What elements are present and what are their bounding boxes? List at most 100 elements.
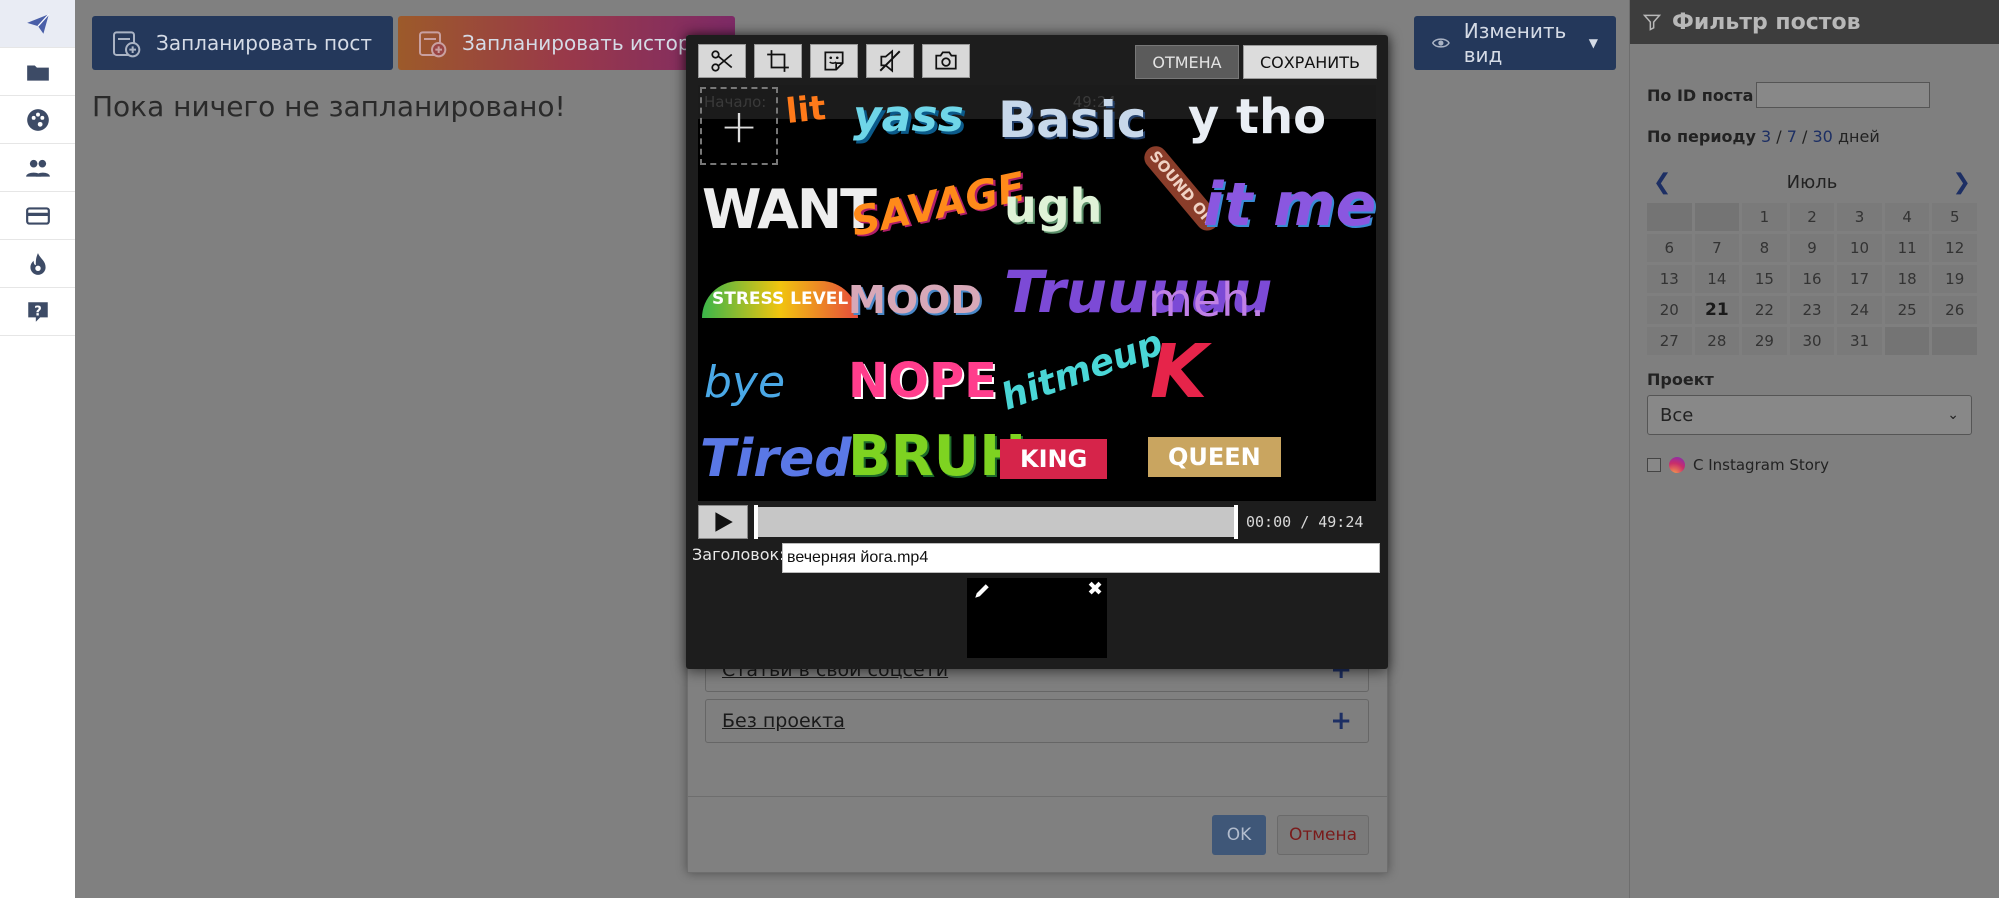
calendar-day[interactable]: 21	[1694, 296, 1740, 324]
editor-cancel-button[interactable]: ОТМЕНА	[1135, 45, 1239, 79]
sidebar-item-help[interactable]: ?	[0, 288, 75, 336]
cancel-button[interactable]: Отмена	[1277, 815, 1369, 855]
fire-icon	[29, 252, 46, 275]
snapshot-tool-button[interactable]	[922, 44, 970, 78]
sticker[interactable]: KING	[1000, 439, 1108, 479]
video-thumbnail[interactable]: ✖	[967, 578, 1107, 658]
next-month-icon[interactable]: ❯	[1947, 170, 1977, 195]
add-sticker-button[interactable]: +	[700, 87, 778, 165]
sticker[interactable]: bye	[704, 361, 785, 405]
mute-tool-button[interactable]	[866, 44, 914, 78]
sticker-preview-area[interactable]: Начало: 49:24 + lit yass Basic y tho WAN…	[698, 85, 1376, 501]
ok-button[interactable]: OK	[1212, 815, 1266, 855]
sticker[interactable]: K	[1150, 335, 1207, 409]
mute-icon	[879, 49, 901, 73]
sticker[interactable]: QUEEN	[1148, 437, 1281, 477]
calendar-day[interactable]: 20	[1647, 296, 1692, 324]
calendar-day[interactable]: 2	[1789, 203, 1835, 231]
calendar-day[interactable]: 29	[1742, 327, 1787, 355]
calendar-day[interactable]: 1	[1742, 203, 1787, 231]
trim-tool-button[interactable]	[698, 44, 746, 78]
calendar-day[interactable]: 19	[1932, 265, 1977, 293]
prev-month-icon[interactable]: ❮	[1647, 170, 1677, 195]
sidebar-item-hot[interactable]	[0, 240, 75, 288]
calendar-day[interactable]: 3	[1837, 203, 1882, 231]
calendar-day[interactable]: 25	[1884, 296, 1930, 324]
sticker-tool-button[interactable]	[810, 44, 858, 78]
sticker[interactable]: lit	[784, 88, 828, 132]
period-30-link[interactable]: 30	[1813, 127, 1833, 146]
calendar-day[interactable]: 6	[1647, 234, 1692, 262]
trim-end-handle[interactable]	[1234, 505, 1238, 539]
sidebar-item-files[interactable]	[0, 48, 75, 96]
plan-story-button[interactable]: Запланировать истори	[398, 16, 735, 70]
calendar-day[interactable]: 11	[1884, 234, 1930, 262]
sticker[interactable]: ugh	[1004, 183, 1102, 229]
editor-save-button[interactable]: СОХРАНИТЬ	[1243, 45, 1377, 79]
sidebar-item-design[interactable]	[0, 96, 75, 144]
sticker[interactable]: Tired	[700, 433, 851, 485]
calendar-day[interactable]: 7	[1694, 234, 1740, 262]
calendar-day[interactable]: 9	[1789, 234, 1835, 262]
calendar-day[interactable]: 8	[1742, 234, 1787, 262]
sticker[interactable]: meh.	[1148, 277, 1265, 323]
plan-post-button[interactable]: Запланировать пост	[92, 16, 393, 70]
calendar-day[interactable]: 18	[1884, 265, 1930, 293]
calendar-day[interactable]: 30	[1789, 327, 1835, 355]
calendar-day[interactable]: 24	[1837, 296, 1882, 324]
sticker[interactable]: MOOD	[848, 281, 982, 319]
calendar-empty-cell	[1932, 327, 1977, 355]
period-separator: /	[1802, 127, 1808, 146]
calendar-day[interactable]: 14	[1694, 265, 1740, 293]
change-view-button[interactable]: Изменить вид ▼	[1414, 16, 1616, 70]
crop-tool-button[interactable]	[754, 44, 802, 78]
calendar-day[interactable]: 27	[1647, 327, 1692, 355]
calendar-day[interactable]: 17	[1837, 265, 1882, 293]
calendar-day[interactable]: 26	[1932, 296, 1977, 324]
sticker[interactable]: STRESS LEVEL	[702, 281, 859, 318]
calendar-empty-cell	[1647, 203, 1692, 231]
post-id-input[interactable]	[1756, 82, 1930, 108]
project-select[interactable]: Все ⌄	[1647, 395, 1972, 435]
calendar-day[interactable]: 15	[1742, 265, 1787, 293]
calendar-day[interactable]: 5	[1932, 203, 1977, 231]
sidebar-item-posts[interactable]	[0, 0, 75, 48]
period-3-link[interactable]: 3	[1761, 127, 1771, 146]
calendar-day[interactable]: 22	[1742, 296, 1787, 324]
instagram-story-filter[interactable]: С Instagram Story	[1647, 456, 1829, 474]
project-row-label[interactable]: Без проекта	[722, 710, 845, 732]
trim-start-handle[interactable]	[754, 505, 758, 539]
svg-text:?: ?	[34, 304, 42, 319]
close-icon[interactable]: ✖	[1087, 578, 1103, 600]
calendar-day[interactable]: 10	[1837, 234, 1882, 262]
period-unit: дней	[1837, 127, 1880, 146]
calendar-day[interactable]: 4	[1884, 203, 1930, 231]
instagram-story-checkbox[interactable]	[1647, 458, 1661, 472]
calendar-day[interactable]: 23	[1789, 296, 1835, 324]
sticker[interactable]: yass	[853, 95, 964, 139]
filter-title: Фильтр постов	[1672, 9, 1861, 35]
sticker[interactable]: it me	[1203, 175, 1376, 235]
trim-track[interactable]	[754, 507, 1236, 537]
post-id-filter: По ID поста	[1647, 82, 1930, 108]
sticker[interactable]: NOPE	[848, 357, 997, 405]
plus-icon[interactable]: +	[1330, 706, 1352, 736]
project-row[interactable]: Без проекта +	[705, 699, 1369, 743]
sidebar-item-users[interactable]	[0, 144, 75, 192]
sidebar-item-billing[interactable]	[0, 192, 75, 240]
calendar-day[interactable]: 31	[1837, 327, 1882, 355]
paper-plane-icon	[26, 13, 49, 34]
play-button[interactable]	[698, 505, 748, 539]
sticker[interactable]: hitmeup	[996, 322, 1168, 418]
calendar-day[interactable]: 28	[1694, 327, 1740, 355]
sticker[interactable]: Basic	[998, 95, 1146, 145]
post-id-label: По ID поста	[1647, 86, 1754, 105]
period-7-link[interactable]: 7	[1787, 127, 1797, 146]
calendar-day[interactable]: 16	[1789, 265, 1835, 293]
pencil-icon[interactable]	[973, 582, 991, 600]
calendar-day[interactable]: 12	[1932, 234, 1977, 262]
title-input[interactable]	[782, 543, 1380, 573]
calendar-day[interactable]: 13	[1647, 265, 1692, 293]
filter-panel: Фильтр постов По ID поста По периоду 3 /…	[1629, 0, 1999, 898]
sticker[interactable]: y tho	[1188, 93, 1326, 141]
